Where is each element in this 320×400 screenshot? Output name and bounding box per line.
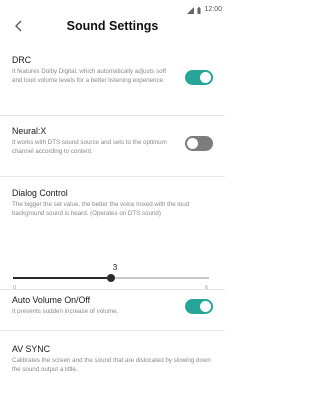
divider — [0, 330, 225, 331]
divider — [0, 115, 225, 116]
neural-x-description: It works with DTS sound source and sets … — [12, 139, 167, 155]
toggle-knob — [200, 72, 211, 83]
auto-volume-title: Auto Volume On/Off — [12, 295, 91, 305]
auto-volume-description: It prevents sudden increase of volume. — [12, 308, 119, 315]
dialog-control-value: 3 — [112, 263, 118, 272]
dialog-control-title: Dialog Control — [12, 188, 68, 198]
slider-thumb[interactable] — [107, 274, 115, 282]
drc-description: It features Dolby Digital, which automat… — [12, 68, 167, 84]
slider-min-label: 0 — [13, 285, 17, 291]
divider — [0, 176, 225, 177]
app-header: Sound Settings — [0, 12, 225, 44]
drc-toggle[interactable] — [185, 70, 213, 85]
divider — [0, 289, 225, 290]
dialog-control-setting: Dialog Control The bigger the set value,… — [12, 188, 213, 219]
toggle-knob — [200, 301, 211, 312]
slider-max-label: 6 — [205, 285, 209, 291]
av-sync-description: Calibrates the screen and the sound that… — [12, 357, 211, 373]
status-bar: 12:00 — [0, 0, 225, 14]
page-title: Sound Settings — [66, 19, 159, 33]
dialog-control-description: The bigger the set value, the better the… — [12, 201, 190, 217]
av-sync-title: AV SYNC — [12, 344, 50, 354]
slider-fill — [13, 277, 111, 279]
neural-x-setting: Neural:X It works with DTS sound source … — [12, 126, 213, 157]
av-sync-setting[interactable]: AV SYNC Calibrates the screen and the so… — [12, 344, 213, 375]
drc-setting: DRC It features Dolby Digital, which aut… — [12, 55, 213, 86]
auto-volume-toggle[interactable] — [185, 299, 213, 314]
dialog-control-slider[interactable] — [13, 274, 209, 282]
drc-title: DRC — [12, 55, 32, 65]
auto-volume-setting: Auto Volume On/Off It prevents sudden in… — [12, 295, 213, 317]
neural-x-toggle[interactable] — [185, 136, 213, 151]
toggle-knob — [187, 138, 198, 149]
neural-x-title: Neural:X — [12, 126, 47, 136]
